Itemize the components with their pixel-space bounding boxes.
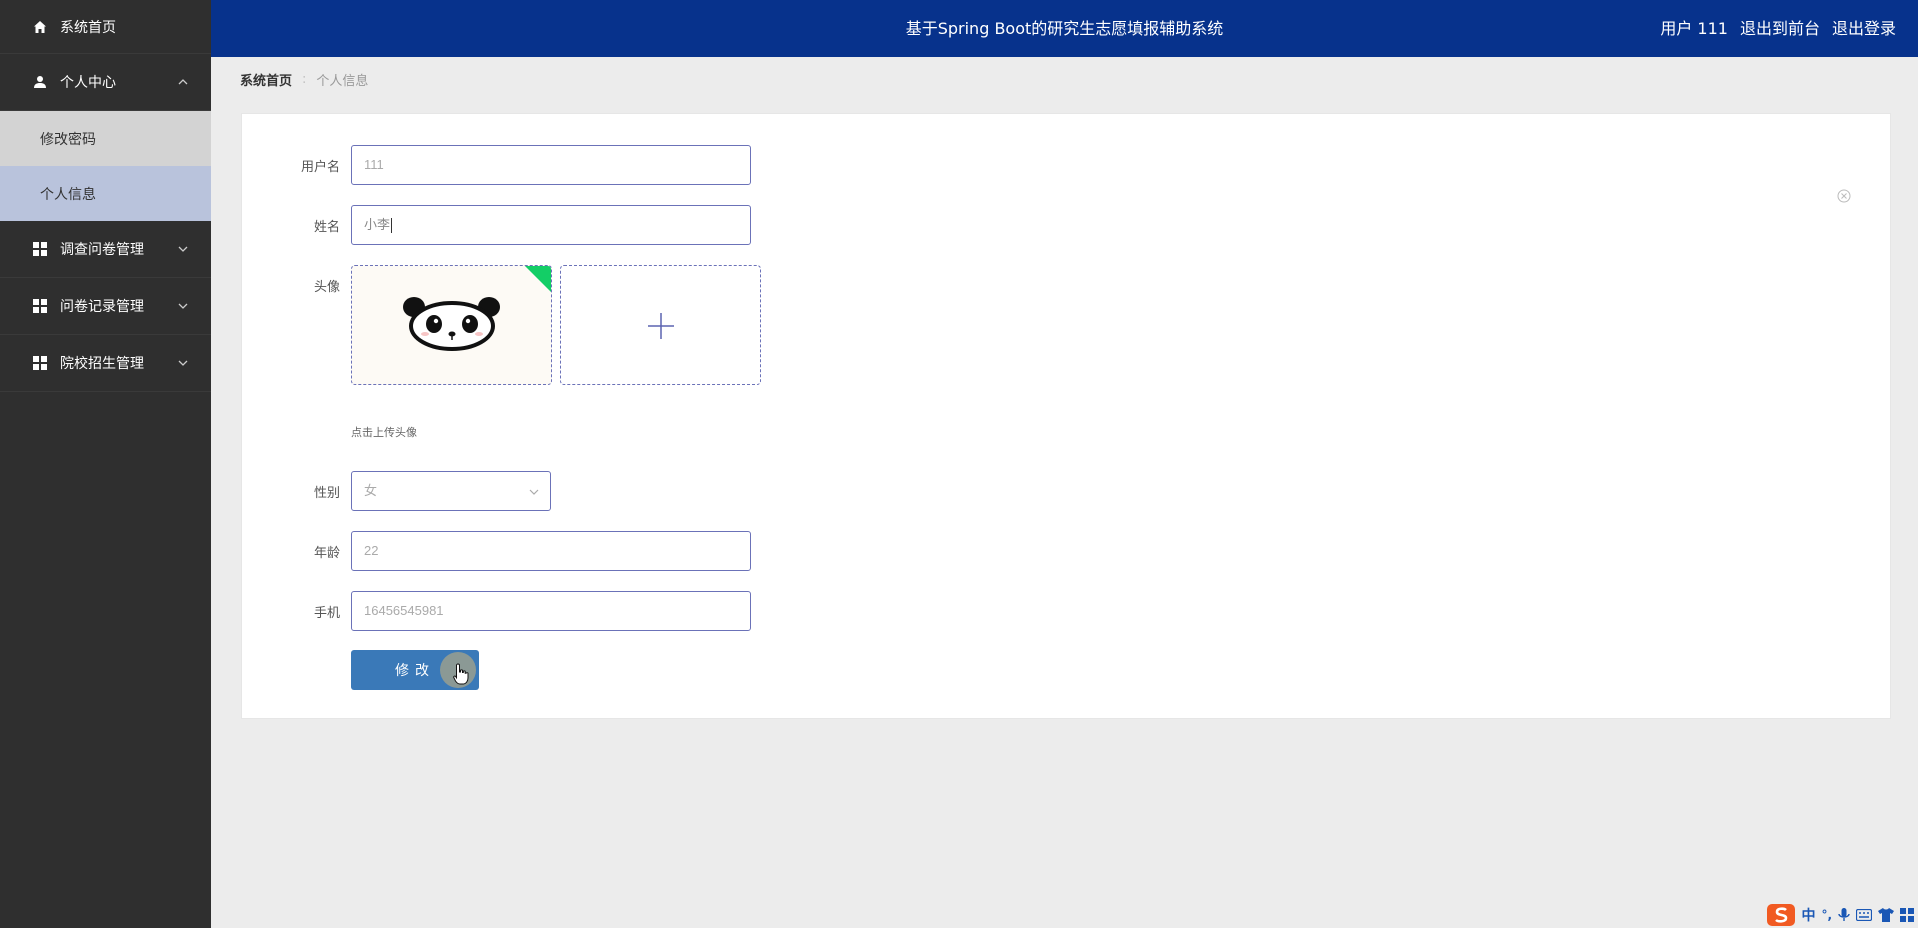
sidebar-item-survey-record-management[interactable]: 问卷记录管理 [0, 278, 211, 335]
current-user: 用户 111 [1660, 19, 1728, 38]
hand-cursor-icon [453, 663, 469, 685]
username-input[interactable]: 111 [351, 145, 751, 185]
ime-toolbar: 中 °, [1767, 904, 1914, 926]
sidebar-item-admission-management[interactable]: 院校招生管理 [0, 335, 211, 392]
username-label: 用户名 [300, 160, 340, 175]
chevron-up-icon [177, 76, 189, 88]
gender-select-value: 女 [364, 483, 378, 498]
sidebar: 系统首页 个人中心 修改密码 个人信息 调查问卷管理 问卷记录管理 院校招生管理 [0, 0, 211, 928]
sidebar-item-label: 个人中心 [60, 75, 116, 91]
top-header: 基于Spring Boot的研究生志愿填报辅助系统 用户 111 退出到前台 退… [211, 0, 1918, 57]
chevron-down-icon [177, 243, 189, 255]
sidebar-item-label: 系统首页 [60, 19, 116, 36]
skin-shirt-icon[interactable] [1878, 908, 1894, 922]
user-icon [32, 74, 48, 90]
sidebar-item-personal-center[interactable]: 个人中心 [0, 54, 211, 111]
chevron-down-icon [177, 357, 189, 369]
logout-link[interactable]: 退出登录 [1832, 0, 1896, 57]
breadcrumb-current: 个人信息 [316, 74, 369, 89]
panda-avatar-image [403, 297, 500, 351]
name-input-value: 小李 [364, 217, 391, 232]
grid-icon [32, 241, 48, 257]
upload-success-badge [524, 266, 551, 293]
toolbox-grid-icon[interactable] [1900, 908, 1914, 922]
circle-close-icon[interactable] [1837, 189, 1851, 203]
sidebar-subitem-change-password[interactable]: 修改密码 [0, 111, 211, 166]
profile-form-card: 用户名 111 姓名 小李 头像 点击上传头像 性别 女 年龄 22 手机 16… [241, 113, 1891, 719]
breadcrumb-separator: : [302, 72, 307, 87]
breadcrumb: 系统首页 : 个人信息 [240, 70, 368, 89]
name-input[interactable]: 小李 [351, 205, 751, 245]
chevron-down-icon [529, 489, 539, 495]
phone-label: 手机 [313, 606, 340, 621]
sidebar-item-home[interactable]: 系统首页 [0, 0, 211, 54]
sidebar-subitem-personal-info[interactable]: 个人信息 [0, 166, 211, 221]
user-area: 用户 111 退出到前台 退出登录 [1660, 0, 1896, 57]
plus-icon [648, 313, 674, 339]
grid-icon [32, 355, 48, 371]
keyboard-icon[interactable] [1856, 909, 1872, 921]
age-label: 年龄 [313, 546, 340, 561]
sogou-logo-icon[interactable] [1767, 904, 1796, 926]
gender-label: 性别 [313, 486, 340, 501]
avatar-preview[interactable] [351, 265, 552, 385]
grid-icon [32, 298, 48, 314]
ime-mode-indicator[interactable]: 中 [1801, 905, 1815, 925]
back-to-front-link[interactable]: 退出到前台 [1740, 0, 1820, 57]
phone-input[interactable]: 16456545981 [351, 591, 751, 631]
ime-punct-indicator[interactable]: °, [1821, 908, 1832, 922]
avatar-upload-button[interactable] [560, 265, 761, 385]
avatar-label: 头像 [313, 280, 340, 295]
name-label: 姓名 [313, 220, 340, 235]
text-caret [391, 218, 393, 234]
sidebar-item-label: 调查问卷管理 [60, 242, 144, 258]
avatar-hint: 点击上传头像 [351, 426, 417, 439]
age-input[interactable]: 22 [351, 531, 751, 571]
sidebar-item-label: 院校招生管理 [60, 356, 144, 372]
sidebar-item-survey-management[interactable]: 调查问卷管理 [0, 221, 211, 278]
sidebar-item-label: 问卷记录管理 [60, 299, 144, 315]
chevron-down-icon [177, 300, 189, 312]
sidebar-subitem-label: 修改密码 [40, 131, 96, 148]
gender-select[interactable]: 女 [351, 471, 551, 511]
breadcrumb-home[interactable]: 系统首页 [240, 70, 292, 89]
microphone-icon[interactable] [1838, 908, 1850, 922]
sidebar-subitem-label: 个人信息 [40, 186, 96, 203]
home-icon [32, 19, 48, 35]
